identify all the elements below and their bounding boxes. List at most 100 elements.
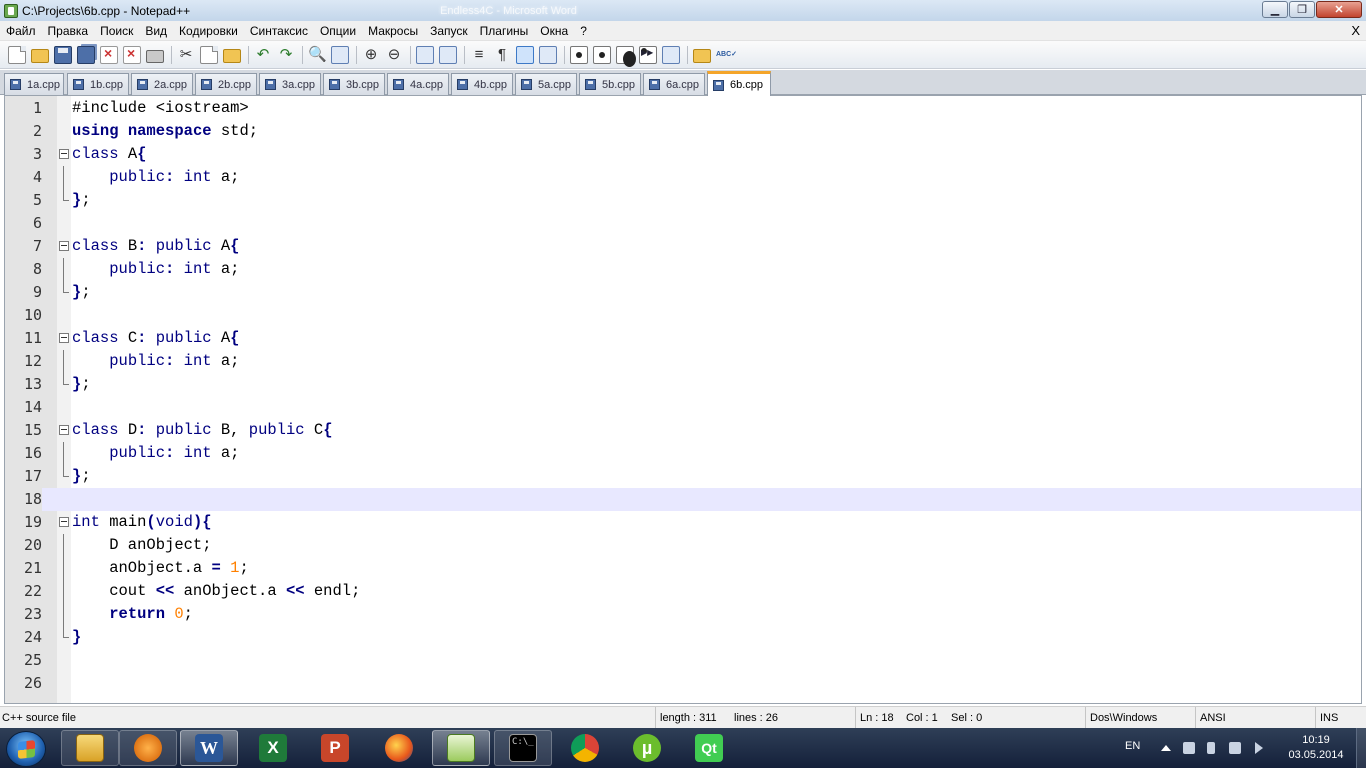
menu-view[interactable]: Вид — [139, 21, 173, 41]
taskbar-utorrent[interactable]: µ — [618, 730, 676, 766]
paste-icon[interactable] — [223, 48, 241, 63]
taskbar-qt-creator[interactable]: Qt — [680, 730, 738, 766]
save-macro-icon[interactable] — [662, 45, 680, 64]
start-button[interactable] — [6, 731, 46, 767]
stop-recording-icon[interactable] — [593, 45, 611, 64]
code-line[interactable]: 5}; — [5, 189, 1361, 212]
tab-3a-cpp[interactable]: 3a.cpp — [259, 73, 321, 95]
close-icon[interactable] — [100, 45, 118, 64]
code-editor[interactable]: 1 #include <iostream> 2 using namespace st… — [4, 95, 1362, 704]
close-document-button[interactable]: X — [1351, 21, 1360, 41]
menu-macro[interactable]: Макросы — [362, 21, 424, 41]
redo-icon[interactable]: ↷ — [277, 46, 295, 64]
tab-4b-cpp[interactable]: 4b.cpp — [451, 73, 513, 95]
taskbar-excel[interactable]: X — [244, 730, 302, 766]
volume-icon[interactable] — [1255, 742, 1263, 754]
find-icon[interactable]: 🔍 — [308, 46, 327, 64]
close-window-button[interactable]: ✕ — [1316, 1, 1362, 18]
code-line[interactable]: 16 public: int a; — [5, 442, 1361, 465]
tab-6b-cpp[interactable]: 6b.cpp — [707, 71, 771, 96]
battery-icon[interactable] — [1207, 742, 1215, 754]
code-line[interactable]: 1 #include <iostream> — [5, 97, 1361, 120]
tab-5b-cpp[interactable]: 5b.cpp — [579, 73, 641, 95]
menu-edit[interactable]: Правка — [42, 21, 95, 41]
taskbar-powerpoint[interactable]: P — [306, 730, 364, 766]
taskbar-firefox[interactable] — [370, 730, 428, 766]
cut-icon[interactable]: ✂ — [177, 46, 195, 64]
user-defined-dialog-icon[interactable] — [539, 45, 557, 64]
tab-1b-cpp[interactable]: 1b.cpp — [67, 73, 129, 95]
clock[interactable]: 10:19 03.05.2014 — [1276, 733, 1356, 763]
menu-file[interactable]: Файл — [0, 21, 42, 41]
replace-icon[interactable] — [331, 45, 349, 64]
taskbar-word[interactable]: W — [180, 730, 238, 766]
print-icon[interactable] — [146, 49, 164, 63]
menu-run[interactable]: Запуск — [424, 21, 474, 41]
sync-vertical-icon[interactable] — [416, 45, 434, 64]
code-line[interactable]: 25 — [5, 649, 1361, 672]
tab-4a-cpp[interactable]: 4a.cpp — [387, 73, 449, 95]
save-icon[interactable] — [54, 45, 72, 64]
menu-plugins[interactable]: Плагины — [474, 21, 535, 41]
status-eol-format[interactable]: Dos\Windows — [1085, 707, 1195, 729]
code-line[interactable]: 26 — [5, 672, 1361, 695]
show-all-characters-icon[interactable]: ¶ — [493, 46, 511, 64]
show-hidden-icons-icon[interactable] — [1161, 745, 1171, 751]
save-all-icon[interactable] — [77, 45, 95, 64]
menu-encoding[interactable]: Кодировки — [173, 21, 244, 41]
tab-5a-cpp[interactable]: 5a.cpp — [515, 73, 577, 95]
code-line[interactable]: 24} — [5, 626, 1361, 649]
spell-check-icon[interactable]: ABC✓ — [716, 46, 737, 64]
code-line[interactable]: 7 class B: public A{ — [5, 235, 1361, 258]
playback-icon[interactable] — [616, 45, 636, 67]
menu-window[interactable]: Окна — [534, 21, 574, 41]
code-line[interactable]: 9}; — [5, 281, 1361, 304]
code-line[interactable]: 15 class D: public B, public C{ — [5, 419, 1361, 442]
code-line[interactable]: 3 class A{ — [5, 143, 1361, 166]
run-macro-multiple-icon[interactable] — [639, 45, 657, 64]
action-center-flag-icon[interactable] — [1183, 742, 1195, 754]
menu-language[interactable]: Синтаксис — [244, 21, 314, 41]
code-line[interactable]: 23 return 0; — [5, 603, 1361, 626]
menu-help[interactable]: ? — [574, 21, 593, 41]
menu-search[interactable]: Поиск — [94, 21, 139, 41]
taskbar-notepad-plus-plus[interactable] — [432, 730, 490, 766]
taskbar-explorer[interactable] — [61, 730, 119, 766]
taskbar-chrome[interactable] — [556, 730, 614, 766]
launch-in-browser-icon[interactable] — [693, 48, 711, 63]
fold-toggle-icon[interactable] — [59, 241, 69, 251]
code-line[interactable]: 11 class C: public A{ — [5, 327, 1361, 350]
tab-1a-cpp[interactable]: 1a.cpp — [4, 73, 64, 95]
word-wrap-icon[interactable]: ≡ — [470, 46, 488, 64]
code-line[interactable]: 8 public: int a; — [5, 258, 1361, 281]
tab-3b-cpp[interactable]: 3b.cpp — [323, 73, 385, 95]
fold-toggle-icon[interactable] — [59, 149, 69, 159]
current-code-line[interactable]: 18 — [5, 488, 1361, 511]
code-line[interactable]: 6 — [5, 212, 1361, 235]
open-file-icon[interactable] — [31, 48, 49, 63]
indent-guide-icon[interactable] — [516, 45, 534, 64]
start-recording-icon[interactable] — [570, 45, 588, 64]
zoom-out-icon[interactable]: ⊖ — [385, 46, 403, 64]
show-desktop-button[interactable] — [1356, 728, 1366, 768]
code-line[interactable]: 13}; — [5, 373, 1361, 396]
code-line[interactable]: 14 — [5, 396, 1361, 419]
code-line[interactable]: 21 anObject.a = 1; — [5, 557, 1361, 580]
new-file-icon[interactable] — [8, 45, 26, 64]
fold-toggle-icon[interactable] — [59, 517, 69, 527]
sync-horizontal-icon[interactable] — [439, 45, 457, 64]
taskbar-cmd[interactable]: C:\_ — [494, 730, 552, 766]
network-icon[interactable] — [1229, 742, 1241, 754]
menu-settings[interactable]: Опции — [314, 21, 362, 41]
code-line[interactable]: 22 cout << anObject.a << endl; — [5, 580, 1361, 603]
language-indicator[interactable]: EN — [1125, 740, 1140, 752]
close-all-icon[interactable] — [123, 45, 141, 64]
tab-2b-cpp[interactable]: 2b.cpp — [195, 73, 257, 95]
code-line[interactable]: 17}; — [5, 465, 1361, 488]
copy-icon[interactable] — [200, 45, 218, 64]
fold-toggle-icon[interactable] — [59, 425, 69, 435]
status-insert-mode[interactable]: INS — [1315, 707, 1366, 729]
code-line[interactable]: 12 public: int a; — [5, 350, 1361, 373]
maximize-button[interactable]: ❐ — [1289, 1, 1315, 18]
zoom-in-icon[interactable]: ⊕ — [362, 46, 380, 64]
